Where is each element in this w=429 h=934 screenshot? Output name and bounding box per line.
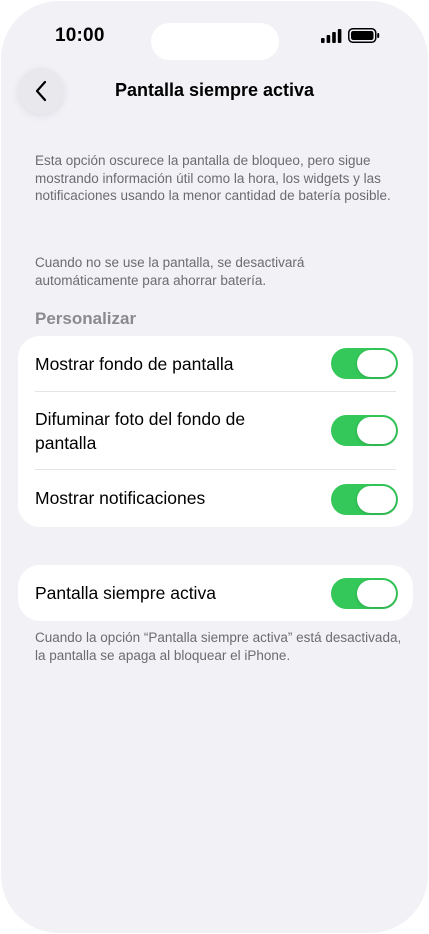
customize-settings-group: Mostrar fondo de pantalla Difuminar foto… xyxy=(18,336,413,527)
section-header-personalizar: Personalizar xyxy=(35,309,137,328)
page-title: Pantalla siempre activa xyxy=(114,80,315,100)
always-on-group: Pantalla siempre activa xyxy=(18,565,413,621)
battery-icon xyxy=(348,28,380,43)
toggle-difuminar-foto[interactable] xyxy=(331,415,398,446)
phone-screen: 10:00 Pantalla siempre activa Esta opció… xyxy=(1,1,428,933)
setting-row-mostrar-fondo: Mostrar fondo de pantalla xyxy=(18,336,413,392)
setting-label: Pantalla siempre activa xyxy=(35,583,216,603)
toggle-knob xyxy=(357,350,396,377)
toggle-knob xyxy=(357,417,396,444)
status-bar: 10:00 xyxy=(1,1,428,71)
setting-row-mostrar-notificaciones: Mostrar notificaciones xyxy=(18,470,413,527)
dynamic-island xyxy=(151,23,279,60)
toggle-mostrar-fondo[interactable] xyxy=(331,348,398,379)
setting-label: Mostrar fondo de pantalla xyxy=(35,354,234,374)
setting-label: Difuminar foto del fondo de pantalla xyxy=(35,409,246,453)
toggle-pantalla-siempre-activa[interactable] xyxy=(331,578,398,609)
status-time: 10:00 xyxy=(55,25,105,46)
footer-note: Cuando la opción “Pantalla siempre activ… xyxy=(35,630,402,663)
setting-row-difuminar-foto: Difuminar foto del fondo de pantalla xyxy=(18,392,413,470)
toggle-knob xyxy=(357,486,396,513)
description-paragraph: Esta opción oscurece la pantalla de bloq… xyxy=(35,153,391,203)
setting-label: Mostrar notificaciones xyxy=(35,488,206,508)
description-paragraph: Cuando no se use la pantalla, se desacti… xyxy=(35,255,305,288)
cellular-signal-icon xyxy=(321,29,342,43)
setting-row-pantalla-siempre-activa: Pantalla siempre activa xyxy=(18,565,413,621)
toggle-mostrar-notificaciones[interactable] xyxy=(331,484,398,515)
toggle-knob xyxy=(357,580,396,607)
